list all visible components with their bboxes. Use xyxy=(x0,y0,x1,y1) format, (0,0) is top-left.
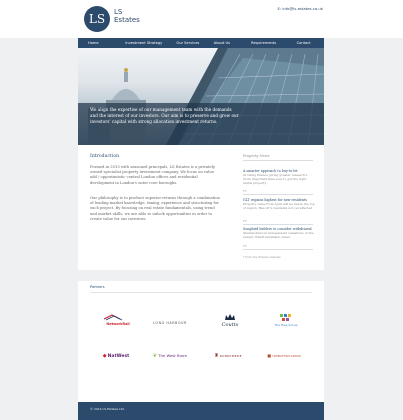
news-title: Property News xyxy=(243,154,270,158)
news-footnote: * from the Estates Gazette xyxy=(243,255,281,259)
partner-logo-hise-group[interactable]: The Hise Group xyxy=(266,313,306,333)
news-source-3: FT xyxy=(243,244,247,248)
logo-monogram[interactable]: LS xyxy=(84,6,110,32)
partner-label: Coutts xyxy=(221,322,239,328)
site-header: LS LS Estates E: info@ls-estates.co.uk xyxy=(0,0,403,38)
crest-icon: ♜ xyxy=(214,353,219,359)
news-divider xyxy=(243,160,313,161)
news-body-3: Shareholders in independent valuations o… xyxy=(243,231,314,239)
partner-label: NatWest xyxy=(107,354,130,359)
natwest-cubes-icon: ◆ xyxy=(102,353,107,359)
nav-item-home[interactable]: Home xyxy=(78,38,115,48)
nav-item-contact[interactable]: Contact xyxy=(287,38,324,48)
page: LS LS Estates E: info@ls-estates.co.uk H… xyxy=(0,0,403,420)
news-source-1: FT xyxy=(243,189,247,193)
partner-logo-topbottom[interactable]: ■ TOPBOTTOM GROUP xyxy=(264,353,304,373)
logo-wordmark[interactable]: LS Estates xyxy=(114,8,174,24)
partner-label: The West Brom xyxy=(158,353,188,358)
partner-logo-network-rail[interactable]: NetworkRail xyxy=(98,313,138,333)
intro-title: Introduction xyxy=(90,154,120,159)
hero-banner: We align the expertise of our management… xyxy=(78,48,324,145)
news-divider xyxy=(243,249,313,250)
partner-label: RUNNYMEDE xyxy=(219,354,242,358)
news-divider xyxy=(243,224,313,225)
nav-item-our-services[interactable]: Our Services xyxy=(166,38,203,48)
hero-tagline: We align the expertise of our management… xyxy=(90,107,239,124)
logo-line-2: Estates xyxy=(114,16,140,24)
logo-line-1: LS xyxy=(114,8,123,16)
news-body-1: Growing finance giving greater research'… xyxy=(243,173,308,185)
network-rail-mark-icon xyxy=(103,314,123,321)
crown-icon xyxy=(225,314,235,320)
nav-item-about-us[interactable]: About Us xyxy=(204,38,241,48)
partner-label: TOPBOTTOM GROUP xyxy=(272,354,301,358)
site-footer: © 2014 LS Estates Ltd. xyxy=(78,402,324,420)
partners-section: Partners NetworkRail LONG HARBOUR Coutts xyxy=(78,281,324,402)
footer-copyright: © 2014 LS Estates Ltd. xyxy=(90,407,125,411)
partners-title: Partners xyxy=(90,285,105,289)
partner-label: LONG HARBOUR xyxy=(153,321,187,325)
partner-logo-coutts[interactable]: Coutts xyxy=(210,313,250,333)
contact-email[interactable]: E: info@ls-estates.co.uk xyxy=(268,6,323,11)
square-icon: ■ xyxy=(267,353,272,358)
hise-squares-icon xyxy=(280,314,291,321)
news-divider xyxy=(243,194,313,195)
partner-logo-natwest[interactable]: ◆ NatWest xyxy=(96,353,136,373)
partner-logo-long-harbour[interactable]: LONG HARBOUR xyxy=(150,321,190,341)
main-content: Introduction Formed in 2013 with seasone… xyxy=(78,145,324,270)
partner-logo-runnymede[interactable]: ♜ RUNNYMEDE xyxy=(208,353,248,373)
intro-paragraph-1: Formed in 2013 with seasoned principals,… xyxy=(90,165,215,185)
partner-logo-west-brom[interactable]: ❦ The West Brom xyxy=(150,353,190,373)
leaf-icon: ❦ xyxy=(152,353,158,359)
news-body-2: Property value from April will be below … xyxy=(243,202,315,210)
main-nav: Home Investment Strategy Our Services Ab… xyxy=(78,38,324,48)
partner-label: NetworkRail xyxy=(106,322,130,326)
news-source-2: FT xyxy=(243,219,247,223)
partners-divider xyxy=(90,292,312,293)
nav-item-investment-strategy[interactable]: Investment Strategy xyxy=(115,38,166,48)
partner-label: The Hise Group xyxy=(274,323,298,327)
intro-paragraph-2: Our philosophy is to produce superior re… xyxy=(90,196,220,221)
nav-item-requirements[interactable]: Requirements xyxy=(241,38,287,48)
